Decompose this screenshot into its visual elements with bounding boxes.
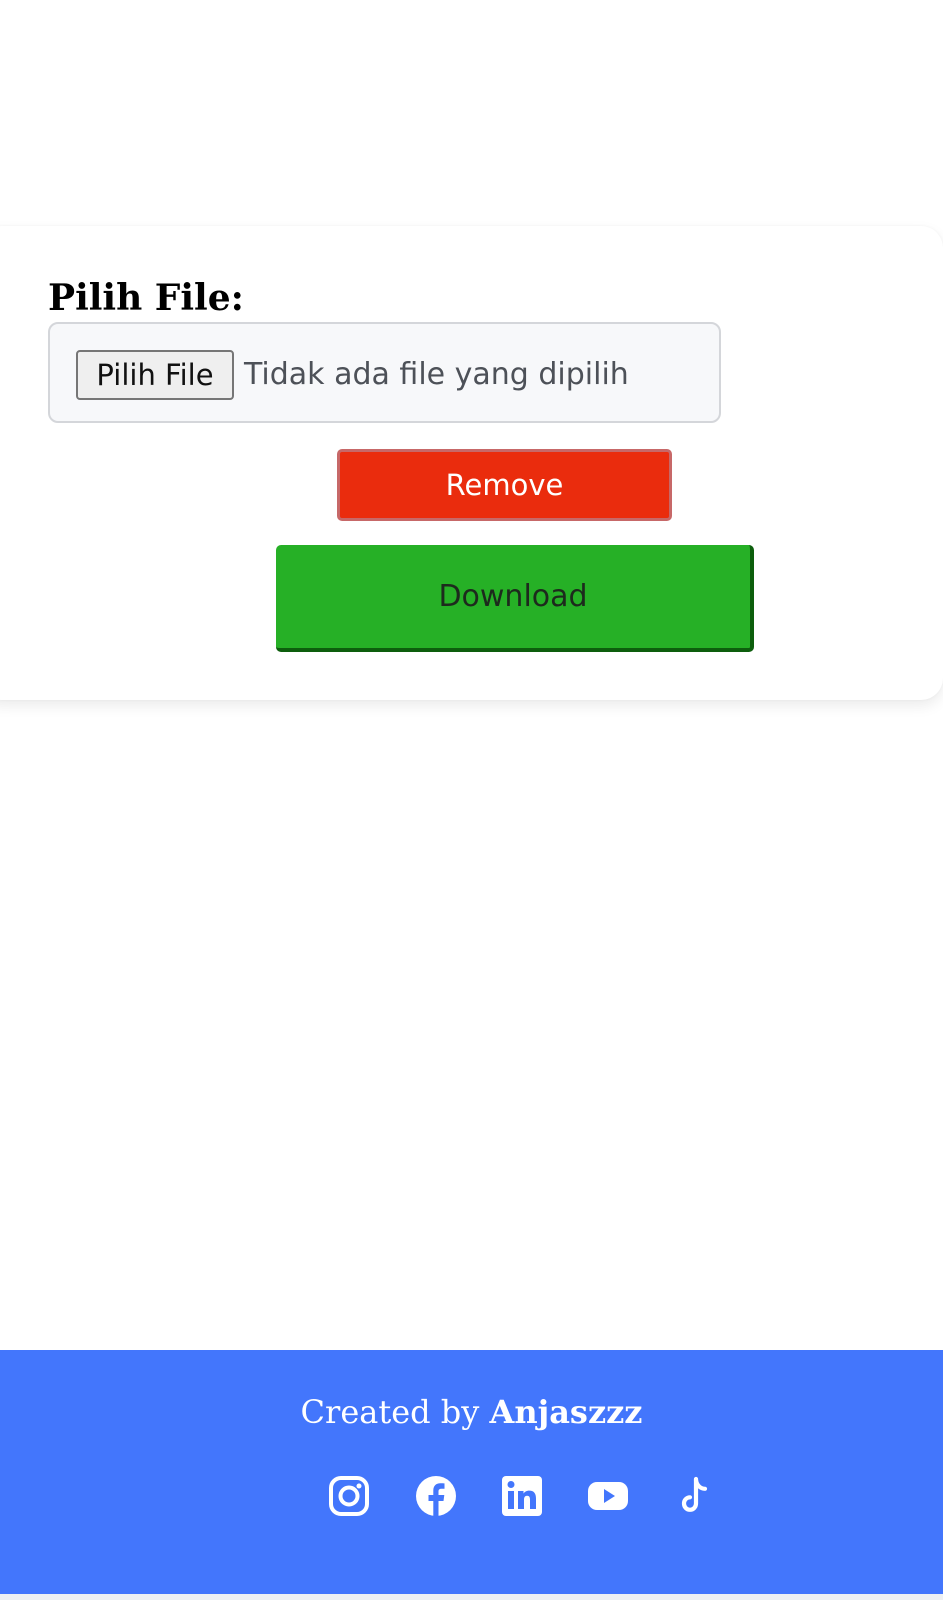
choose-file-button[interactable]: Pilih File: [76, 350, 234, 400]
credit-prefix: Created by: [300, 1393, 480, 1431]
credit-text: Created by Anjaszzz: [0, 1388, 943, 1436]
file-status-text: Tidak ada file yang dipilih: [244, 357, 629, 392]
download-button[interactable]: Download: [276, 545, 754, 652]
file-label: Pilih File:: [48, 277, 244, 319]
linkedin-icon[interactable]: [500, 1474, 544, 1518]
footer: Created by Anjaszzz: [0, 1350, 943, 1594]
instagram-icon[interactable]: [327, 1474, 371, 1518]
tiktok-icon[interactable]: [673, 1474, 717, 1518]
facebook-icon[interactable]: [414, 1474, 458, 1518]
bottom-edge: [0, 1594, 943, 1600]
credit-name: Anjaszzz: [489, 1393, 643, 1431]
remove-button[interactable]: Remove: [337, 449, 672, 521]
social-links: [327, 1474, 717, 1518]
file-input-container[interactable]: Pilih File Tidak ada file yang dipilih: [48, 322, 721, 423]
youtube-icon[interactable]: [586, 1474, 630, 1518]
